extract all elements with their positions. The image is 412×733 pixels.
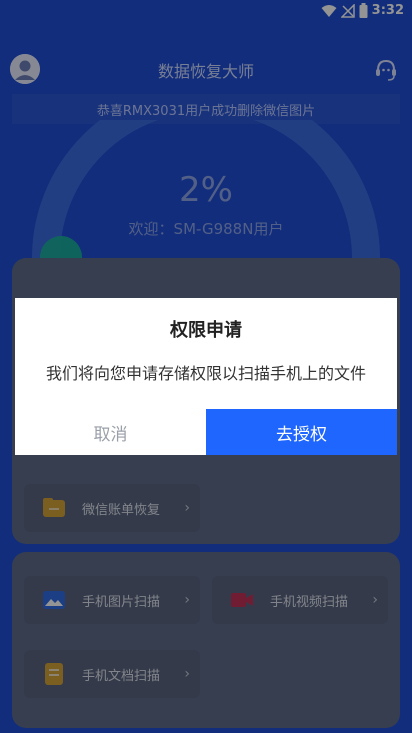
permission-dialog: 权限申请 我们将向您申请存储权限以扫描手机上的文件 取消 去授权 bbox=[15, 298, 397, 455]
cancel-button[interactable]: 取消 bbox=[15, 409, 206, 455]
authorize-button[interactable]: 去授权 bbox=[206, 409, 397, 455]
dialog-title: 权限申请 bbox=[170, 320, 242, 341]
dialog-message: 我们将向您申请存储权限以扫描手机上的文件 bbox=[45, 364, 366, 383]
